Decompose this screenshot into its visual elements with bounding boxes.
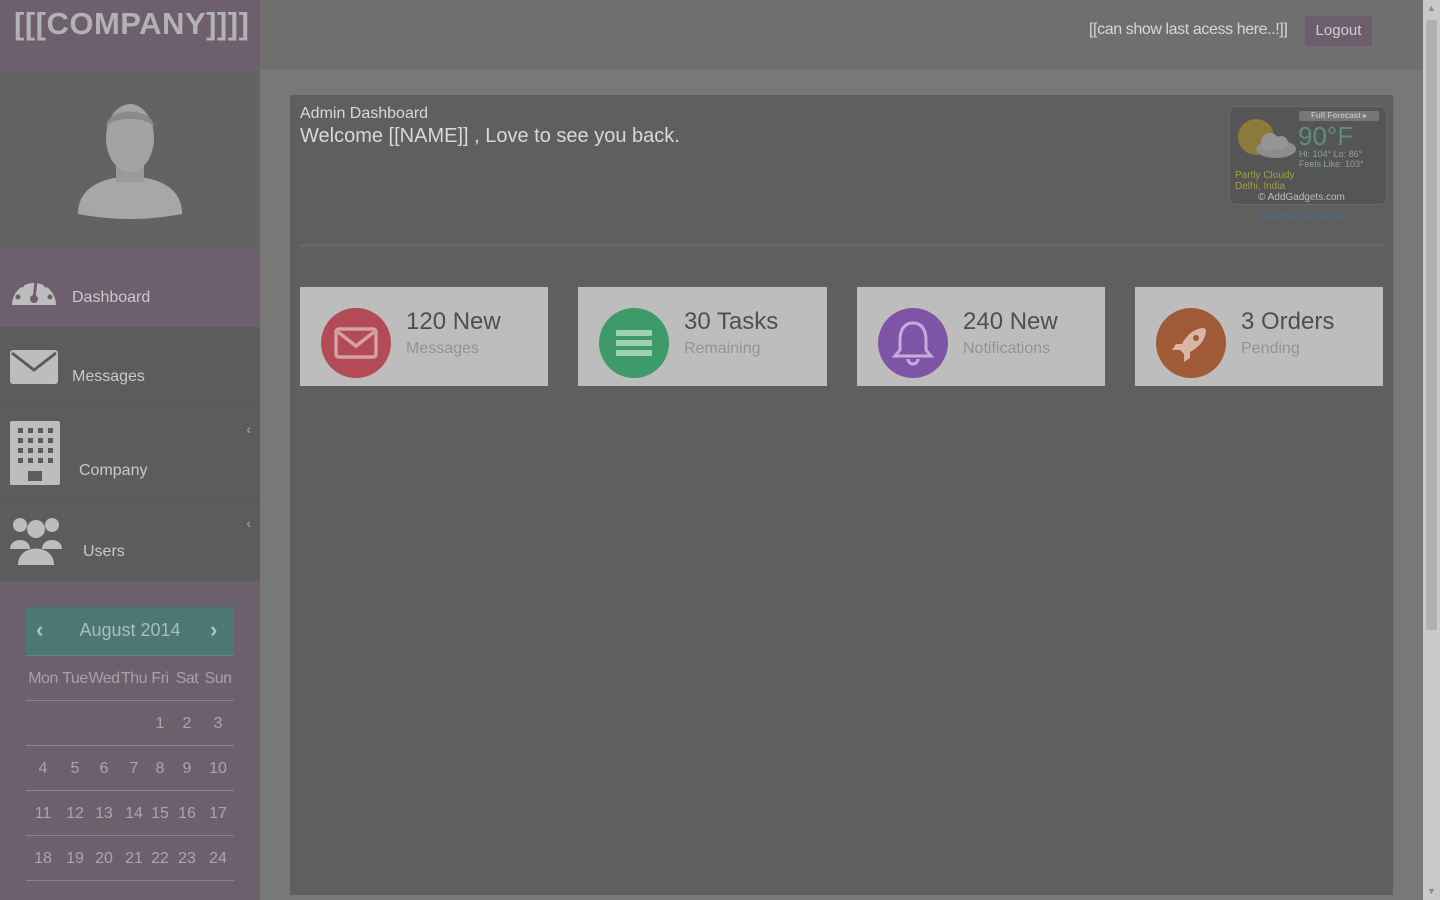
- feels-like: Feels Like: 103°: [1299, 159, 1364, 169]
- calendar-day[interactable]: 6: [88, 746, 120, 791]
- page-title: Admin Dashboard: [300, 105, 429, 122]
- full-forecast-button[interactable]: Full Forecast ▸: [1299, 111, 1379, 121]
- chevron-left-icon[interactable]: ‹: [246, 515, 251, 531]
- calendar-day[interactable]: 19: [60, 836, 90, 881]
- calendar-day[interactable]: 9: [172, 746, 202, 791]
- card-subtitle: Notifications: [963, 340, 1051, 357]
- weekday-label: Sun: [204, 670, 232, 687]
- building-icon: [10, 421, 60, 485]
- last-access-text: [[can show last acess here..!]]: [1089, 21, 1288, 38]
- calendar-day[interactable]: 7: [120, 746, 148, 791]
- calendar-day[interactable]: 23: [172, 836, 202, 881]
- calendar-day[interactable]: 20: [88, 836, 120, 881]
- card-icon-circle: [878, 308, 948, 378]
- scrollbar-thumb[interactable]: [1426, 20, 1437, 630]
- sidebar-item-users[interactable]: Users ‹: [0, 501, 260, 581]
- weekday-label: Tue: [62, 670, 88, 687]
- calendar-day[interactable]: 21: [120, 836, 148, 881]
- calendar-day[interactable]: 18: [26, 836, 60, 881]
- weekday-label: Mon: [28, 670, 58, 687]
- calendar-day[interactable]: 17: [202, 791, 234, 836]
- calendar-day[interactable]: 15: [148, 791, 172, 836]
- weather-widget[interactable]: Full Forecast ▸ 90°F Hi: 104° Lo: 86° Fe…: [1229, 106, 1387, 205]
- calendar-day[interactable]: 24: [202, 836, 234, 881]
- weekday-label: Wed: [88, 670, 120, 687]
- top-bar: [[[COMPANY]]]] [[can show last acess her…: [0, 0, 1424, 70]
- card-subtitle: Messages: [406, 340, 479, 357]
- calendar-day[interactable]: 11: [26, 791, 60, 836]
- calendar-day[interactable]: 5: [60, 746, 90, 791]
- dashboard-panel: [290, 95, 1393, 895]
- temperature: 90°F: [1298, 121, 1354, 151]
- card-icon-circle: [599, 308, 669, 378]
- scroll-up-arrow-icon[interactable]: ▲: [1423, 0, 1440, 17]
- card-icon-circle: [321, 308, 391, 378]
- envelope-icon: [334, 327, 378, 359]
- calendar-day[interactable]: 2: [172, 701, 202, 746]
- weather-copyright: © AddGadgets.com: [1258, 192, 1345, 203]
- calendar-day[interactable]: 14: [120, 791, 148, 836]
- weather-location: Delhi, India: [1235, 181, 1286, 192]
- calendar-week-row: 123: [26, 701, 234, 746]
- sidebar-item-label: Messages: [72, 368, 145, 385]
- sidebar-item-dashboard[interactable]: Dashboard: [0, 249, 260, 327]
- sidebar-item-messages[interactable]: Messages: [0, 328, 260, 406]
- weekday-label: Sat: [175, 670, 199, 687]
- dashboard-gauge-icon: [12, 276, 56, 305]
- welcome-message: Welcome [[NAME]] , Love to see you back.: [300, 125, 680, 147]
- stat-card-messages[interactable]: 120 New Messages: [300, 287, 548, 386]
- stat-card-tasks[interactable]: 30 Tasks Remaining: [578, 287, 827, 386]
- calendar-week-row: 18 19 20 21 22 23 24: [26, 836, 234, 881]
- stat-card-orders[interactable]: 3 Orders Pending: [1135, 287, 1383, 386]
- brand-logo[interactable]: [[[COMPANY]]]]: [0, 0, 260, 70]
- partly-cloudy-icon: [1238, 119, 1296, 158]
- weather-condition: Partly Cloudy: [1235, 170, 1295, 181]
- card-headline: 120 New: [406, 308, 501, 335]
- weekday-label: Thu: [120, 670, 148, 687]
- calendar-day[interactable]: 22: [148, 836, 172, 881]
- calendar-day[interactable]: 16: [172, 791, 202, 836]
- calendar-day[interactable]: 3: [202, 701, 234, 746]
- sidebar-item-label: Company: [79, 462, 148, 479]
- stat-card-notifications[interactable]: 240 New Notifications: [857, 287, 1105, 386]
- card-subtitle: Pending: [1241, 340, 1300, 357]
- divider: [300, 244, 1383, 247]
- calendar-day[interactable]: 10: [202, 746, 234, 791]
- hi-lo-temp: Hi: 104° Lo: 86°: [1299, 149, 1363, 159]
- sidebar-item-label: Dashboard: [72, 289, 151, 306]
- card-headline: 3 Orders: [1241, 308, 1335, 335]
- card-headline: 30 Tasks: [684, 308, 779, 335]
- calendar-day[interactable]: 4: [26, 746, 60, 791]
- calendar-month-title: August 2014: [79, 620, 181, 640]
- weekday-label: Fri: [151, 670, 169, 687]
- rocket-icon: [1172, 328, 1206, 362]
- calendar-day[interactable]: 13: [88, 791, 120, 836]
- calendar: ‹ August 2014 › Mon Tue Wed Thu Fri Sat …: [0, 581, 260, 900]
- users-icon: [10, 518, 62, 565]
- sidebar-item-label: Users: [83, 543, 125, 560]
- calendar-day[interactable]: 1: [148, 701, 172, 746]
- card-headline: 240 New: [963, 308, 1058, 335]
- card-icon-circle: [1156, 308, 1226, 378]
- calendar-header: ‹ August 2014 ›: [26, 607, 234, 656]
- weather-forecast-link[interactable]: Weather Forecast: [1259, 211, 1346, 223]
- calendar-grid: Mon Tue Wed Thu Fri Sat Sun 1 2 3 4 5 6 7 8 9 10 1…: [26, 656, 234, 881]
- logout-button[interactable]: Logout: [1305, 16, 1372, 46]
- profile-area: [0, 70, 260, 249]
- avatar: [78, 104, 182, 219]
- scroll-down-arrow-icon[interactable]: ▼: [1423, 883, 1440, 900]
- card-subtitle: Remaining: [684, 340, 761, 357]
- list-icon: [616, 330, 652, 356]
- sidebar-item-company[interactable]: Company ‹: [0, 407, 260, 500]
- calendar-day[interactable]: 8: [148, 746, 172, 791]
- calendar-next-button[interactable]: ›: [210, 617, 217, 643]
- calendar-week-row: 4 5 6 7 8 9 10: [26, 746, 234, 791]
- calendar-weekday-row: Mon Tue Wed Thu Fri Sat Sun: [26, 656, 234, 701]
- calendar-week-row: 11 12 13 14 15 16 17: [26, 791, 234, 836]
- calendar-day[interactable]: 12: [60, 791, 90, 836]
- sidebar: Dashboard Messages Company ‹ Users ‹ ‹ A…: [0, 70, 260, 900]
- envelope-icon: [10, 350, 58, 384]
- bell-icon: [891, 321, 935, 366]
- chevron-left-icon[interactable]: ‹: [246, 421, 251, 437]
